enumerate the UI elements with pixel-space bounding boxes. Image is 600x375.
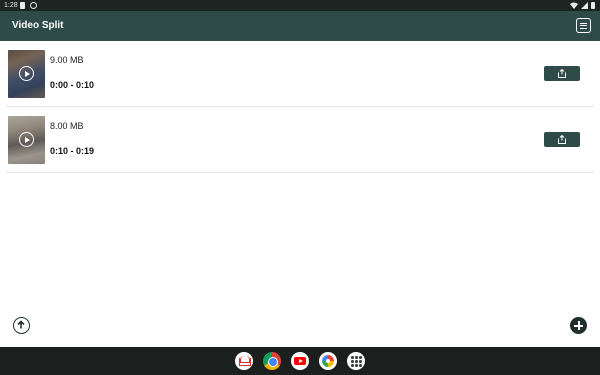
upload-icon[interactable] (13, 317, 30, 334)
share-icon (558, 135, 566, 144)
app-drawer-icon[interactable] (347, 352, 365, 370)
signal-icon (581, 2, 588, 9)
photos-icon[interactable] (319, 352, 337, 370)
gmail-icon[interactable] (235, 352, 253, 370)
youtube-icon[interactable] (291, 352, 309, 370)
sim-card-icon (20, 2, 25, 9)
clip-size: 9.00 MB (50, 55, 84, 65)
list-item[interactable]: 8.00 MB 0:10 - 0:19 (6, 107, 594, 173)
clip-size: 8.00 MB (50, 121, 84, 131)
list-menu-icon[interactable] (576, 18, 591, 33)
app-root: 1:28 Video Split 9.00 MB 0:00 - 0:10 8.0… (0, 0, 600, 375)
add-icon[interactable] (570, 317, 587, 334)
chrome-icon[interactable] (263, 352, 281, 370)
app-title: Video Split (12, 20, 64, 31)
navigation-dock (0, 347, 600, 375)
share-icon (558, 69, 566, 78)
video-thumbnail[interactable] (8, 116, 45, 164)
clip-range: 0:10 - 0:19 (50, 146, 95, 156)
vpn-icon (30, 2, 37, 9)
play-icon[interactable] (19, 66, 34, 81)
status-icons (570, 2, 595, 9)
battery-icon (591, 2, 595, 9)
clip-list: 9.00 MB 0:00 - 0:10 8.00 MB 0:10 - 0:19 (0, 41, 600, 173)
status-time: 1:28 (4, 2, 18, 9)
list-item[interactable]: 9.00 MB 0:00 - 0:10 (6, 41, 594, 107)
status-bar: 1:28 (0, 0, 600, 11)
wifi-icon (570, 2, 578, 9)
video-thumbnail[interactable] (8, 50, 45, 98)
share-button[interactable] (544, 132, 580, 147)
play-icon[interactable] (19, 132, 34, 147)
clip-range: 0:00 - 0:10 (50, 80, 95, 90)
share-button[interactable] (544, 66, 580, 81)
app-bar: Video Split (0, 11, 600, 41)
